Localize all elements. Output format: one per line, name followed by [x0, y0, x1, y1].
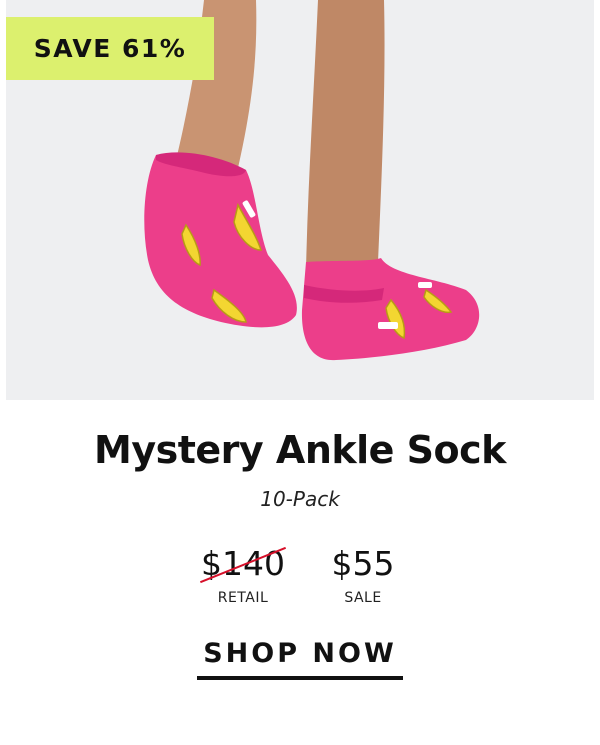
shop-now-underline [197, 676, 403, 680]
sale-label: SALE [344, 590, 382, 606]
discount-badge: SAVE 61% [6, 17, 214, 80]
shop-now-button[interactable]: SHOP NOW [197, 636, 403, 680]
sale-price: $55 [331, 544, 395, 583]
shop-now-label: SHOP NOW [203, 638, 397, 669]
retail-price-block: $140 RETAIL [190, 544, 296, 606]
product-title[interactable]: Mystery Ankle Sock [0, 428, 600, 472]
retail-label: RETAIL [217, 590, 269, 606]
product-subtitle: 10-Pack [260, 487, 340, 511]
sale-price-block: $55 SALE [314, 544, 412, 606]
retail-price: $140 [199, 544, 287, 584]
